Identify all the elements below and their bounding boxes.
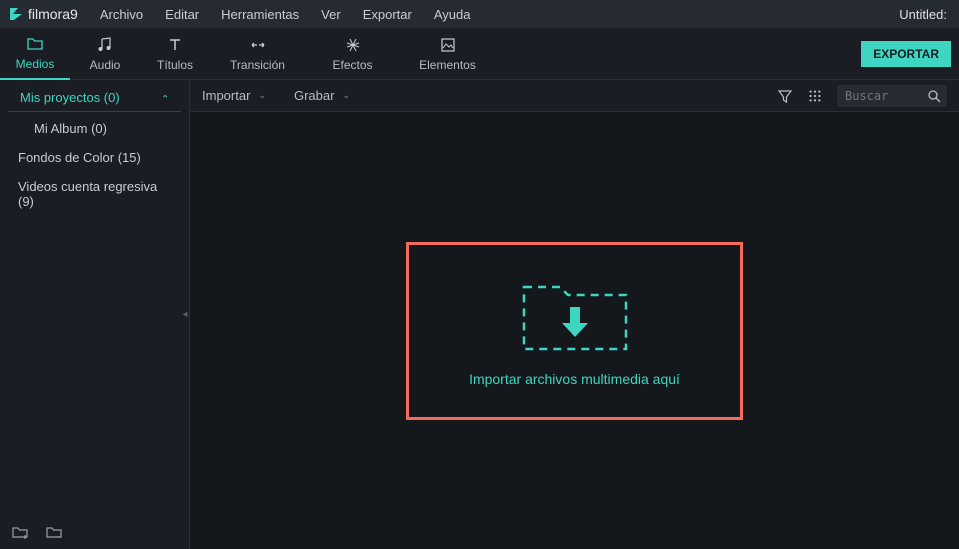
menu-ayuda[interactable]: Ayuda: [424, 3, 481, 26]
menu-archivo[interactable]: Archivo: [90, 3, 153, 26]
sidebar-footer: [0, 515, 189, 549]
sidebar: Mis proyectos (0) ⌄ Mi Album (0) Fondos …: [0, 80, 190, 549]
drop-highlight-box: Importar archivos multimedia aquí: [406, 242, 743, 420]
tool-tabs: Medios Audio Títulos Transición Efectos …: [0, 28, 959, 80]
filmora-logo-icon: [8, 6, 24, 22]
folder-icon: [26, 35, 44, 53]
elements-icon: [439, 36, 457, 54]
menu-herramientas[interactable]: Herramientas: [211, 3, 309, 26]
record-dropdown[interactable]: Grabar ⌄: [294, 88, 350, 103]
main-area: Mis proyectos (0) ⌄ Mi Album (0) Fondos …: [0, 80, 959, 549]
tab-audio[interactable]: Audio: [70, 28, 140, 80]
tab-transicion[interactable]: Transición: [210, 28, 305, 80]
menu-exportar[interactable]: Exportar: [353, 3, 422, 26]
chevron-up-icon: ⌄: [161, 92, 169, 103]
transition-icon: [249, 36, 267, 54]
sidebar-item-countdown[interactable]: Videos cuenta regresiva (9): [0, 172, 189, 216]
music-note-icon: [96, 36, 114, 54]
tab-efectos[interactable]: Efectos: [305, 28, 400, 80]
tab-label: Efectos: [332, 58, 372, 72]
search-icon[interactable]: [927, 89, 941, 103]
search-wrap: [837, 85, 947, 107]
menubar: filmora9 Archivo Editar Herramientas Ver…: [0, 0, 959, 28]
tab-titulos[interactable]: Títulos: [140, 28, 210, 80]
chevron-down-icon: ⌄: [258, 90, 266, 101]
sidebar-collapse-handle[interactable]: ◂: [180, 295, 190, 335]
sidebar-item-fondos[interactable]: Fondos de Color (15): [0, 143, 189, 172]
export-button[interactable]: EXPORTAR: [861, 41, 951, 67]
tab-label: Transición: [230, 58, 285, 72]
tab-elementos[interactable]: Elementos: [400, 28, 495, 80]
app-name: filmora9: [28, 6, 78, 22]
delete-folder-icon[interactable]: [46, 525, 64, 539]
media-drop-area[interactable]: Importar archivos multimedia aquí: [190, 112, 959, 549]
filter-icon[interactable]: [777, 88, 793, 104]
drop-zone-text: Importar archivos multimedia aquí: [469, 371, 680, 387]
tab-label: Elementos: [419, 58, 476, 72]
import-folder-icon: [520, 275, 630, 353]
tab-medios[interactable]: Medios: [0, 28, 70, 80]
tab-label: Títulos: [157, 58, 193, 72]
sidebar-item-mi-album[interactable]: Mi Album (0): [0, 114, 189, 143]
add-folder-icon[interactable]: [12, 525, 30, 539]
record-label: Grabar: [294, 88, 334, 103]
menu-editar[interactable]: Editar: [155, 3, 209, 26]
app-logo: filmora9: [8, 6, 78, 22]
effects-icon: [344, 36, 362, 54]
tab-label: Medios: [16, 57, 55, 71]
content-toolbar: Importar ⌄ Grabar ⌄: [190, 80, 959, 112]
grid-view-icon[interactable]: [807, 88, 823, 104]
text-icon: [166, 36, 184, 54]
content-panel: Importar ⌄ Grabar ⌄: [190, 80, 959, 549]
import-dropdown[interactable]: Importar ⌄: [202, 88, 266, 103]
chevron-down-icon: ⌄: [342, 90, 350, 101]
sidebar-header-label: Mis proyectos (0): [20, 90, 120, 105]
import-label: Importar: [202, 88, 250, 103]
menu-ver[interactable]: Ver: [311, 3, 351, 26]
tab-label: Audio: [90, 58, 121, 72]
sidebar-header-mis-proyectos[interactable]: Mis proyectos (0) ⌄: [8, 84, 181, 112]
window-title: Untitled:: [899, 7, 951, 22]
